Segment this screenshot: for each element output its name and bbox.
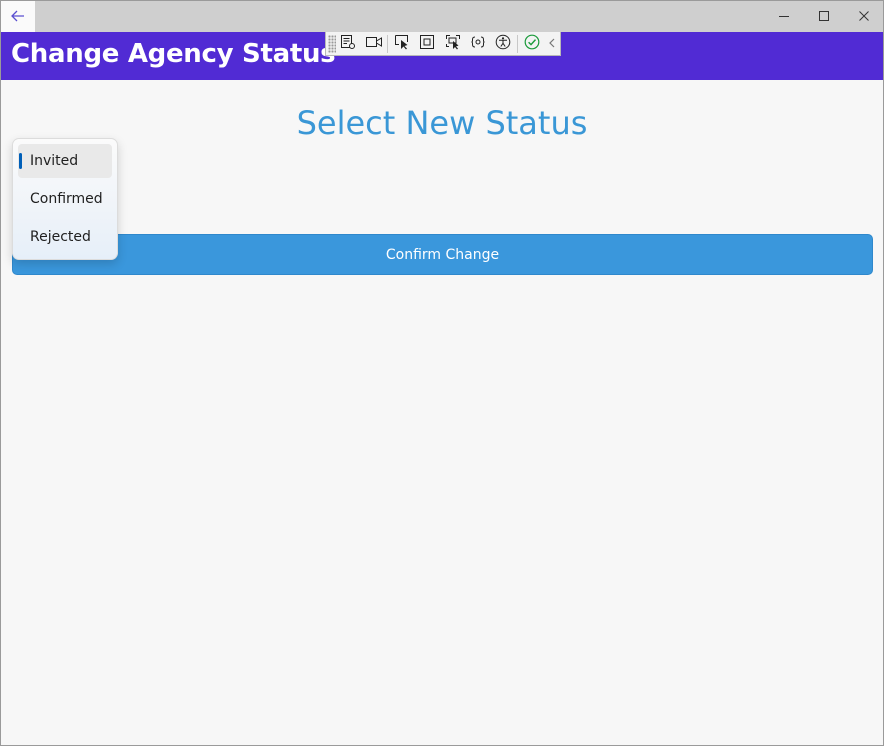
toolbar-separator [517,34,519,53]
track-focus-button[interactable] [440,33,465,55]
page-title: Change Agency Status [11,39,336,69]
binding-failures-button[interactable] [465,33,490,55]
status-option-label: Invited [30,153,79,169]
maximize-button[interactable] [804,1,844,32]
toolbar-grip[interactable] [328,34,336,53]
close-icon [858,7,870,26]
collapse-toolbar-button[interactable] [544,33,560,55]
app-window: Change Agency Status Select New Status C… [0,0,884,746]
back-arrow-icon [11,7,25,26]
select-element-button[interactable] [389,33,414,55]
status-option-rejected[interactable]: Rejected [18,220,112,254]
title-bar [1,1,883,32]
live-visual-tree-icon [340,34,356,54]
status-dropdown-popup: Invited Confirmed Rejected [12,138,118,260]
status-option-confirmed[interactable]: Confirmed [18,182,112,216]
live-visual-tree-button[interactable] [336,33,361,55]
binding-failures-icon [470,34,486,54]
minimize-icon [778,7,790,26]
debug-toolbar [325,32,561,56]
display-layout-adorners-icon [419,34,435,54]
accessibility-icon [495,34,511,54]
confirm-change-button[interactable]: Confirm Change [12,234,873,275]
collapse-chevron-icon [548,34,556,53]
minimize-button[interactable] [764,1,804,32]
status-option-invited[interactable]: Invited [18,144,112,178]
select-element-icon [394,34,410,54]
checkmark-icon [524,34,540,54]
accessibility-button[interactable] [491,33,516,55]
section-heading: Select New Status [296,104,588,142]
status-option-label: Rejected [30,229,91,245]
maximize-icon [818,7,830,26]
status-option-label: Confirmed [30,191,103,207]
toolbar-separator [387,34,389,53]
hot-reload-status-button[interactable] [519,33,544,55]
record-icon [365,34,383,53]
track-focus-icon [445,34,461,54]
record-button[interactable] [361,33,386,55]
display-layout-adorners-button[interactable] [415,33,440,55]
back-button[interactable] [1,1,35,32]
selection-indicator [19,153,22,169]
close-button[interactable] [844,1,883,32]
